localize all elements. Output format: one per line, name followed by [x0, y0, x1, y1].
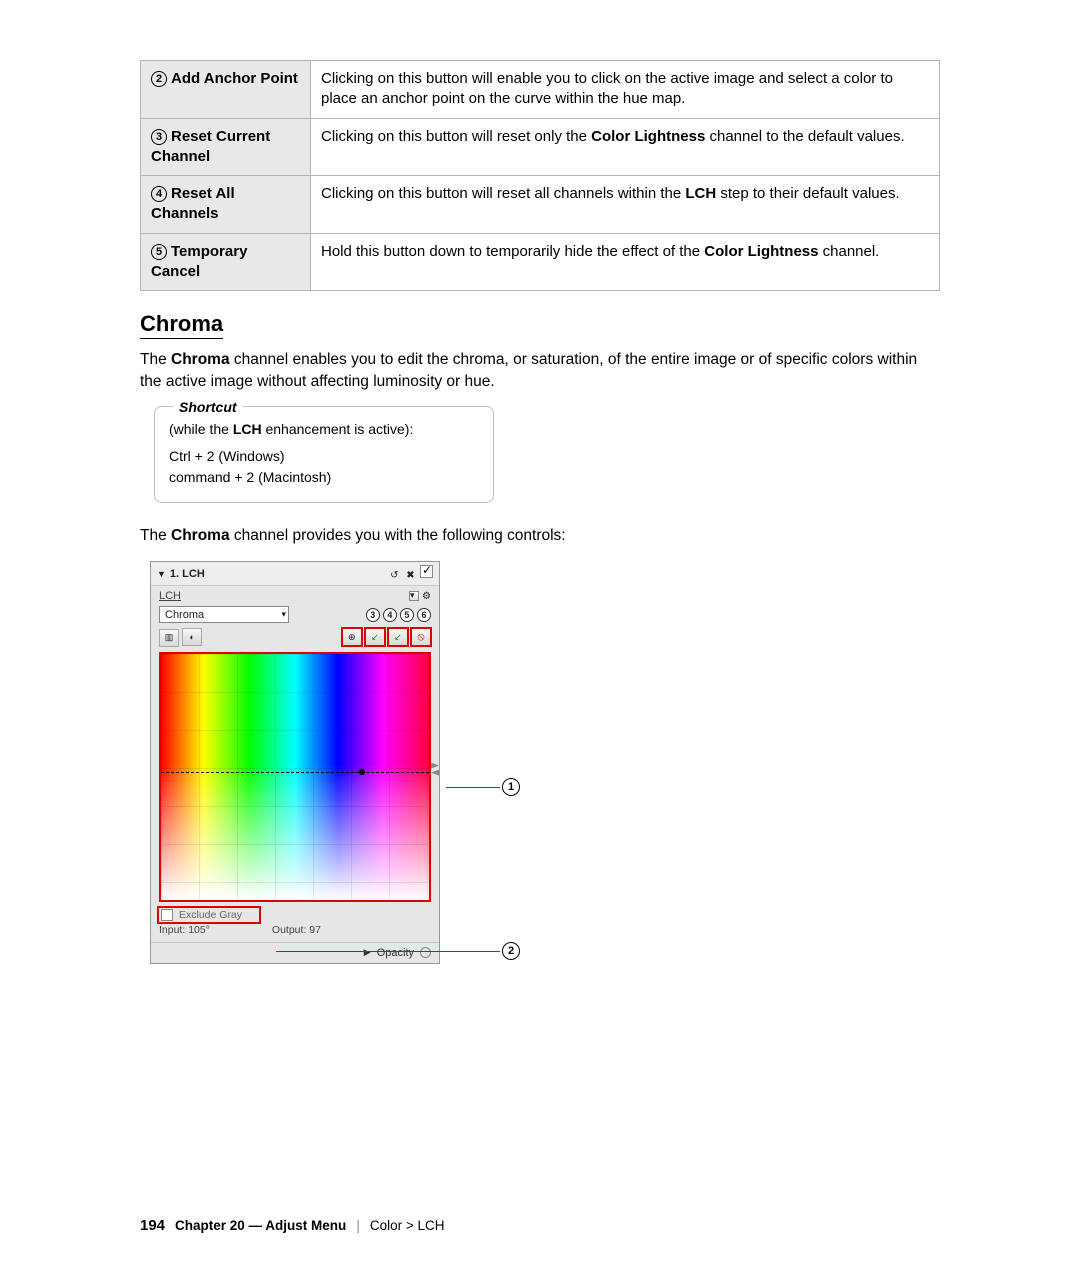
shortcut-box: Shortcut (while the LCH enhancement is a…: [154, 406, 494, 503]
chroma-handles[interactable]: [431, 762, 441, 782]
figure-callout-2: 2: [502, 942, 520, 960]
callout-number: 4: [151, 186, 167, 202]
brightness-button[interactable]: ◐: [182, 628, 202, 646]
term-description: Clicking on this button will reset all c…: [311, 176, 940, 234]
term-description: Clicking on this button will reset only …: [311, 118, 940, 176]
exclude-gray-option[interactable]: Exclude Gray: [159, 908, 259, 922]
callout-line: [446, 787, 500, 788]
collapse-icon[interactable]: ▼: [157, 569, 166, 579]
page-number: 194: [140, 1217, 165, 1234]
term-label: Reset Current Channel: [151, 128, 270, 165]
callout-number: 5: [151, 244, 167, 260]
figure-callout-1: 1: [502, 778, 520, 796]
footer-separator: |: [356, 1218, 360, 1233]
enable-checkbox[interactable]: [420, 565, 433, 578]
breadcrumb: Color > LCH: [370, 1218, 445, 1233]
exclude-gray-label: Exclude Gray: [179, 909, 242, 921]
term-label: Add Anchor Point: [171, 70, 298, 87]
expand-icon[interactable]: ▶: [364, 947, 371, 958]
curve-line: [161, 772, 429, 773]
term-description: Hold this button down to temporarily hid…: [311, 233, 940, 291]
panel-titlebar: ▼ 1. LCH ↺ ✖: [151, 562, 439, 586]
callout-number: 3: [151, 129, 167, 145]
lch-panel: ▼ 1. LCH ↺ ✖ LCH ⚙ Chroma▾ 3 4 5 6: [150, 561, 440, 964]
lch-panel-figure: ▼ 1. LCH ↺ ✖ LCH ⚙ Chroma▾ 3 4 5 6: [150, 561, 530, 964]
table-row: 3Reset Current Channel Clicking on this …: [141, 118, 940, 176]
curve-anchor-point[interactable]: [359, 769, 365, 775]
table-row: 2Add Anchor Point Clicking on this butto…: [141, 61, 940, 119]
page-footer: 194 Chapter 20 — Adjust Menu | Color > L…: [140, 1217, 444, 1234]
callout-marker: 6: [417, 608, 431, 622]
add-anchor-button[interactable]: ⊕: [342, 628, 362, 646]
shortcut-mac: command + 2 (Macintosh): [169, 467, 479, 488]
opacity-label[interactable]: Opacity: [377, 947, 414, 959]
link-icon[interactable]: ⚙: [422, 591, 431, 602]
revert-icon[interactable]: ↺: [388, 569, 401, 582]
definitions-table: 2Add Anchor Point Clicking on this butto…: [140, 60, 940, 291]
chroma-map[interactable]: [159, 652, 431, 902]
opacity-radio[interactable]: [420, 947, 431, 958]
table-row: 5Temporary Cancel Hold this button down …: [141, 233, 940, 291]
intro-paragraph: The Chroma channel enables you to edit t…: [140, 349, 940, 392]
shortcut-legend: Shortcut: [173, 397, 243, 418]
controls-intro: The Chroma channel provides you with the…: [140, 525, 940, 547]
input-output-readout: Input: 105° Output: 97: [151, 924, 439, 942]
close-icon[interactable]: ✖: [404, 569, 417, 582]
preset-dropdown[interactable]: [409, 591, 419, 601]
shortcut-condition: (while the LCH enhancement is active):: [169, 419, 479, 440]
callout-marker: 3: [366, 608, 380, 622]
callout-number: 2: [151, 71, 167, 87]
callout-line: [276, 951, 500, 952]
exclude-gray-checkbox[interactable]: [161, 909, 173, 921]
reset-channel-button[interactable]: ↙: [365, 628, 385, 646]
callout-marker: 5: [400, 608, 414, 622]
panel-title-text: 1. LCH: [170, 568, 205, 580]
section-heading: Chroma: [140, 311, 223, 339]
term-description: Clicking on this button will enable you …: [311, 61, 940, 119]
chapter-label: Chapter 20 — Adjust Menu: [175, 1218, 346, 1233]
temporary-cancel-button[interactable]: ⦸: [411, 628, 431, 646]
reset-all-button[interactable]: ↙: [388, 628, 408, 646]
shortcut-windows: Ctrl + 2 (Windows): [169, 446, 479, 467]
panel-subtitle: LCH: [159, 590, 181, 602]
table-row: 4Reset All Channels Clicking on this but…: [141, 176, 940, 234]
channel-select[interactable]: Chroma▾: [159, 606, 289, 623]
histogram-button[interactable]: ▥: [159, 629, 179, 647]
callout-marker: 4: [383, 608, 397, 622]
